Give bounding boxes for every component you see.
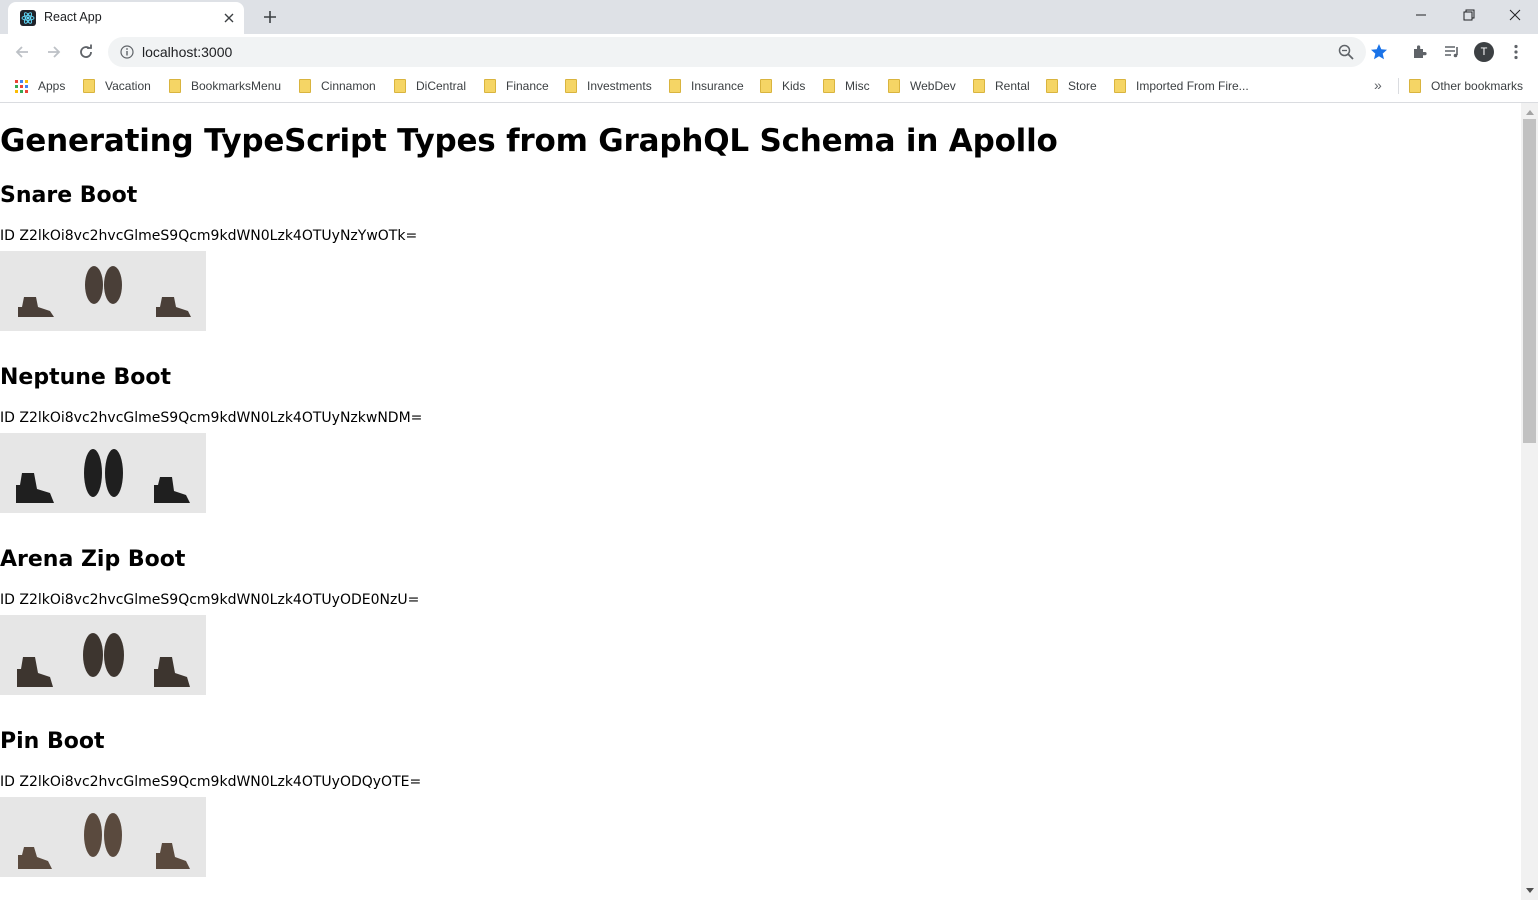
scroll-up-arrow-icon[interactable] bbox=[1521, 105, 1538, 119]
product-name: Snare Boot bbox=[0, 183, 138, 208]
bookmark-label: Investments bbox=[587, 79, 652, 93]
bookmark-folder[interactable]: WebDev bbox=[888, 77, 956, 95]
product-image bbox=[0, 251, 206, 331]
url-text: localhost:3000 bbox=[142, 44, 233, 60]
star-icon[interactable] bbox=[1370, 43, 1388, 61]
bookmark-folder[interactable]: Rental bbox=[973, 77, 1030, 95]
bookmark-folder[interactable]: Misc bbox=[823, 77, 870, 95]
folder-icon bbox=[823, 79, 835, 93]
close-window-icon[interactable] bbox=[1492, 0, 1538, 30]
close-icon[interactable] bbox=[220, 9, 238, 27]
tab-react-app[interactable]: React App bbox=[8, 2, 244, 34]
bookmark-label: Cinnamon bbox=[321, 79, 376, 93]
bookmark-folder[interactable]: Investments bbox=[565, 77, 652, 95]
bookmarks-bar: Apps Vacation BookmarksMenu Cinnamon DiC… bbox=[0, 70, 1538, 103]
page-title: Generating TypeScript Types from GraphQL… bbox=[0, 123, 1058, 159]
folder-icon bbox=[888, 79, 900, 93]
bookmark-folder[interactable]: Insurance bbox=[669, 77, 744, 95]
folder-icon bbox=[1409, 79, 1421, 93]
apps-grid-icon bbox=[15, 79, 28, 93]
scroll-thumb[interactable] bbox=[1523, 119, 1536, 443]
info-icon[interactable] bbox=[120, 45, 134, 59]
bookmark-label: Finance bbox=[506, 79, 549, 93]
bookmark-folder[interactable]: BookmarksMenu bbox=[169, 77, 281, 95]
product-name: Neptune Boot bbox=[0, 365, 172, 390]
bookmark-folder[interactable]: Kids bbox=[760, 77, 805, 95]
plus-icon[interactable] bbox=[258, 5, 282, 29]
product-image bbox=[0, 797, 206, 877]
bookmark-label: Store bbox=[1068, 79, 1097, 93]
product-id: ID Z2lkOi8vc2hvcGlmeS9Qcm9kdWN0Lzk4OTUyN… bbox=[0, 410, 423, 426]
browser-toolbar: localhost:3000 T bbox=[0, 34, 1538, 70]
folder-icon bbox=[169, 79, 181, 93]
folder-icon bbox=[83, 79, 95, 93]
product-image bbox=[0, 615, 206, 695]
restore-icon[interactable] bbox=[1446, 0, 1492, 30]
forward-arrow-icon[interactable] bbox=[40, 38, 68, 66]
puzzle-icon[interactable] bbox=[1408, 40, 1432, 64]
address-bar[interactable]: localhost:3000 bbox=[108, 37, 1387, 67]
avatar[interactable]: T bbox=[1474, 42, 1494, 62]
folder-icon bbox=[484, 79, 496, 93]
bookmark-label: Apps bbox=[38, 79, 66, 93]
bookmark-label: Kids bbox=[782, 79, 806, 93]
product-card: Arena Zip Boot ID Z2lkOi8vc2hvcGlmeS9Qcm… bbox=[0, 547, 600, 727]
minimize-icon[interactable] bbox=[1398, 0, 1444, 30]
bookmark-folder[interactable]: DiCentral bbox=[394, 77, 466, 95]
product-id: ID Z2lkOi8vc2hvcGlmeS9Qcm9kdWN0Lzk4OTUyO… bbox=[0, 592, 420, 608]
folder-icon bbox=[394, 79, 406, 93]
folder-icon bbox=[565, 79, 577, 93]
product-card: Pin Boot ID Z2lkOi8vc2hvcGlmeS9Qcm9kdWN0… bbox=[0, 729, 600, 900]
product-name: Pin Boot bbox=[0, 729, 105, 754]
reload-icon[interactable] bbox=[72, 38, 100, 66]
bookmark-folder[interactable]: Store bbox=[1046, 77, 1097, 95]
product-image bbox=[0, 433, 206, 513]
bookmark-label: Other bookmarks bbox=[1431, 79, 1524, 93]
bookmark-label: Vacation bbox=[105, 79, 151, 93]
bookmark-label: Misc bbox=[845, 79, 870, 93]
bookmark-folder[interactable]: Cinnamon bbox=[299, 77, 376, 95]
bookmark-folder[interactable]: Vacation bbox=[83, 77, 151, 95]
kebab-menu-icon[interactable] bbox=[1504, 40, 1528, 64]
product-card: Snare Boot ID Z2lkOi8vc2hvcGlmeS9Qcm9kdW… bbox=[0, 183, 600, 363]
bookmark-label: WebDev bbox=[910, 79, 956, 93]
bookmark-apps[interactable]: Apps bbox=[15, 77, 65, 95]
zoom-icon[interactable] bbox=[1338, 44, 1354, 60]
bookmark-label: BookmarksMenu bbox=[191, 79, 282, 93]
folder-icon bbox=[1114, 79, 1126, 93]
bookmark-folder[interactable]: Finance bbox=[484, 77, 549, 95]
tab-strip: React App bbox=[0, 0, 1538, 34]
bookmark-label: DiCentral bbox=[416, 79, 467, 93]
folder-icon bbox=[760, 79, 772, 93]
tab-title: React App bbox=[44, 10, 102, 24]
folder-icon bbox=[669, 79, 681, 93]
bookmarks-overflow-chevron[interactable]: » bbox=[1374, 77, 1382, 93]
folder-icon bbox=[299, 79, 311, 93]
react-logo-icon bbox=[20, 10, 36, 26]
bookmark-folder[interactable]: Imported From Fire... bbox=[1114, 77, 1249, 95]
folder-icon bbox=[973, 79, 985, 93]
media-queue-icon[interactable] bbox=[1440, 40, 1464, 64]
bookmark-other-bookmarks[interactable]: Other bookmarks bbox=[1409, 77, 1523, 95]
bookmarks-divider bbox=[1398, 78, 1399, 94]
page-viewport: Generating TypeScript Types from GraphQL… bbox=[0, 103, 1521, 900]
scroll-down-arrow-icon[interactable] bbox=[1521, 884, 1538, 898]
bookmark-label: Rental bbox=[995, 79, 1030, 93]
bookmark-label: Imported From Fire... bbox=[1136, 79, 1249, 93]
page-scrollbar[interactable] bbox=[1521, 103, 1538, 900]
bookmark-label: Insurance bbox=[691, 79, 744, 93]
folder-icon bbox=[1046, 79, 1058, 93]
product-id: ID Z2lkOi8vc2hvcGlmeS9Qcm9kdWN0Lzk4OTUyN… bbox=[0, 228, 418, 244]
product-name: Arena Zip Boot bbox=[0, 547, 186, 572]
product-card: Neptune Boot ID Z2lkOi8vc2hvcGlmeS9Qcm9k… bbox=[0, 365, 600, 545]
product-id: ID Z2lkOi8vc2hvcGlmeS9Qcm9kdWN0Lzk4OTUyO… bbox=[0, 774, 422, 790]
back-arrow-icon[interactable] bbox=[8, 38, 36, 66]
